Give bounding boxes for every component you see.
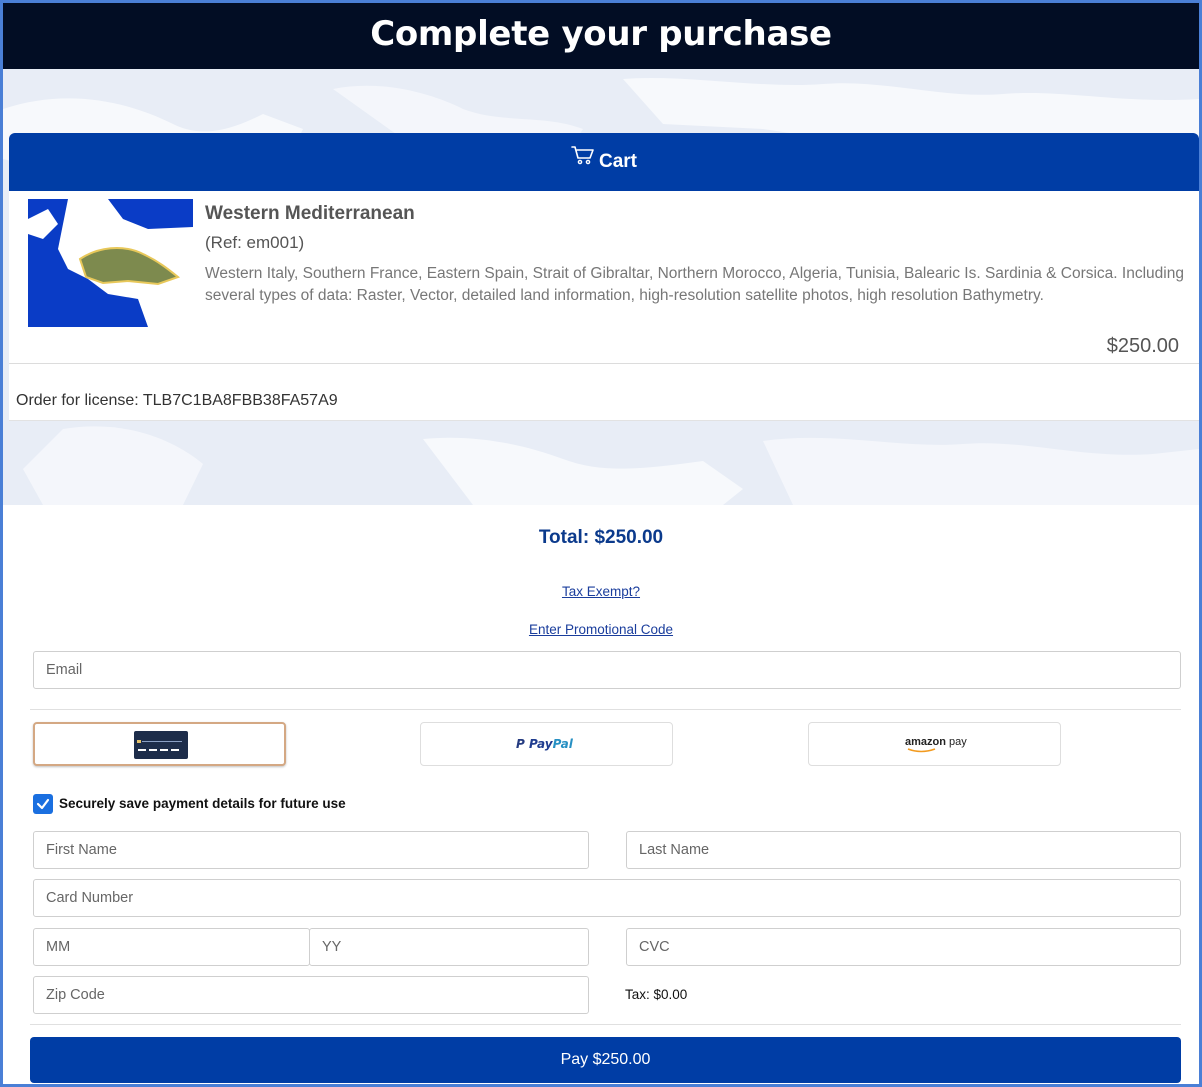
amazon-pay-payment-option[interactable]: amazon pay — [808, 722, 1061, 766]
last-name-input[interactable] — [626, 831, 1181, 869]
first-name-input[interactable] — [33, 831, 589, 869]
save-details-label: Securely save payment details for future… — [59, 796, 346, 811]
cart-item: Western Mediterranean (Ref: em001) Weste… — [9, 191, 1199, 364]
item-title: Western Mediterranean — [205, 203, 415, 224]
item-description: Western Italy, Southern France, Eastern … — [205, 265, 1184, 304]
paypal-payment-option[interactable]: P PayPal — [420, 722, 673, 766]
tax-amount: Tax: $0.00 — [625, 987, 688, 1002]
item-ref: (Ref: em001) — [205, 233, 305, 252]
email-input[interactable] — [33, 651, 1181, 689]
card-number-input[interactable] — [33, 879, 1181, 917]
credit-card-icon — [134, 731, 188, 764]
save-details-checkbox[interactable] — [33, 794, 53, 814]
product-map-thumbnail — [28, 199, 193, 327]
expiry-year-input[interactable] — [309, 928, 589, 966]
cvc-input[interactable] — [626, 928, 1181, 966]
zip-code-input[interactable] — [33, 976, 589, 1014]
page-title: Complete your purchase — [3, 3, 1199, 69]
cart-header-label: Cart — [598, 151, 637, 173]
pay-button[interactable]: Pay $250.00 — [30, 1037, 1181, 1083]
order-total: Total: $250.00 — [538, 527, 664, 548]
divider — [30, 709, 1181, 710]
paypal-icon: P PayPal — [516, 737, 573, 751]
divider — [30, 1024, 1181, 1025]
expiry-month-input[interactable] — [33, 928, 310, 966]
license-text: Order for license: TLB7C1BA8FBB38FA57A9 — [16, 392, 338, 409]
card-payment-option[interactable] — [33, 722, 286, 766]
checkout-page: Complete your purchase Cart Western Medi… — [0, 0, 1202, 1087]
item-price: $250.00 — [1106, 335, 1179, 357]
promo-code-link[interactable]: Enter Promotional Code — [3, 622, 1199, 637]
amazon-pay-icon: amazon pay — [905, 736, 967, 753]
tax-exempt-link[interactable]: Tax Exempt? — [3, 584, 1199, 599]
cart-icon — [571, 131, 595, 189]
license-row: Order for license: TLB7C1BA8FBB38FA57A9 — [9, 364, 1199, 421]
cart-header: Cart — [9, 133, 1199, 191]
